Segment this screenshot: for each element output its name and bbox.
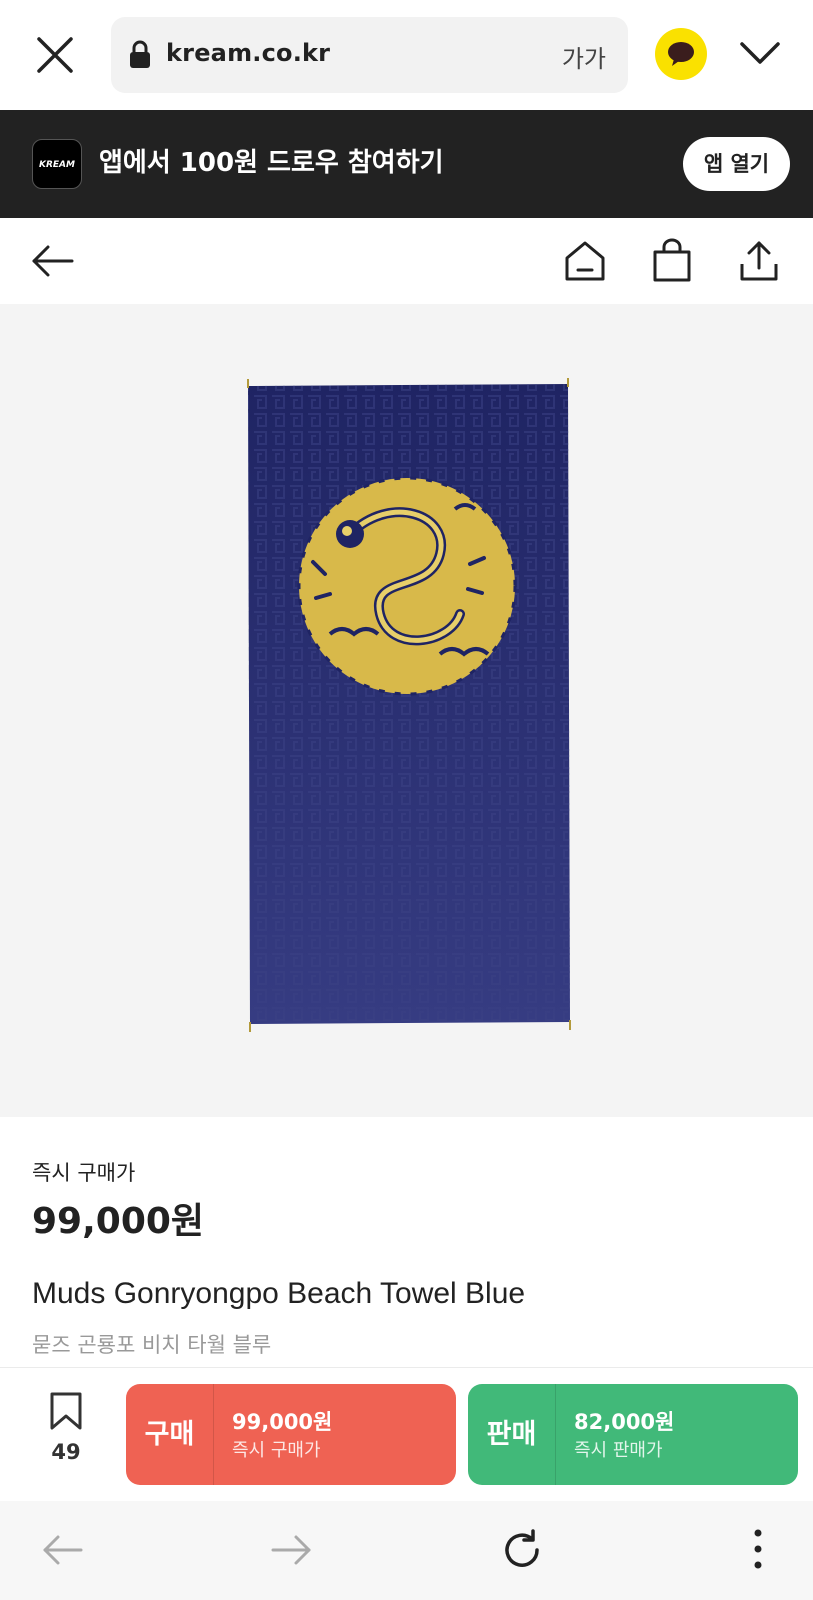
sell-button-subtitle: 즉시 판매가	[574, 1440, 663, 1461]
lock-icon	[127, 39, 153, 71]
product-name: Muds Gonryongpo Beach Towel Blue	[32, 1277, 526, 1310]
close-icon[interactable]	[30, 30, 80, 80]
towel-shape	[247, 378, 571, 1032]
browser-toolbar: kream.co.kr 가가	[0, 0, 813, 110]
product-name-korean: 묻즈 곤룡포 비치 타월 블루	[32, 1333, 272, 1357]
url-text: kream.co.kr	[166, 39, 331, 67]
browser-forward-icon[interactable]	[268, 1527, 314, 1573]
refresh-icon[interactable]	[499, 1527, 545, 1573]
instant-buy-price: 99,000원	[32, 1201, 205, 1242]
sell-button-price: 82,000원	[574, 1410, 675, 1434]
buy-button-price: 99,000원	[232, 1410, 333, 1434]
text-size-button[interactable]: 가가	[562, 39, 606, 74]
sell-button-title: 판매	[468, 1384, 556, 1485]
bookmark-icon	[50, 1392, 82, 1430]
address-bar[interactable]: kream.co.kr 가가	[111, 17, 628, 93]
kream-app-logo: KREAM	[32, 139, 82, 189]
browser-bottom-toolbar	[0, 1501, 813, 1600]
banner-text: 앱에서 100원 드로우 참여하기	[99, 148, 444, 178]
wishlist-count: 49	[51, 1440, 81, 1464]
wishlist-button[interactable]: 49	[36, 1388, 96, 1468]
purchase-action-bar: 49 구매 99,000원 즉시 구매가 판매 82,000원 즉시 판매가	[0, 1367, 813, 1501]
buy-button-subtitle: 즉시 구매가	[232, 1440, 321, 1461]
page-header	[0, 218, 813, 304]
dragon-emblem	[297, 476, 517, 696]
more-options-icon[interactable]	[735, 1527, 781, 1573]
product-image[interactable]	[0, 304, 813, 1117]
share-icon[interactable]	[734, 236, 784, 286]
buy-button-title: 구매	[126, 1384, 214, 1485]
kakao-talk-icon[interactable]	[655, 28, 707, 80]
instant-buy-price-label: 즉시 구매가	[32, 1161, 136, 1185]
app-download-banner[interactable]: KREAM 앱에서 100원 드로우 참여하기 앱 열기	[0, 110, 813, 218]
sell-button[interactable]: 판매 82,000원 즉시 판매가	[468, 1384, 798, 1485]
product-info: 즉시 구매가 99,000원 Muds Gonryongpo Beach Tow…	[0, 1117, 813, 1367]
shopping-bag-icon[interactable]	[647, 236, 697, 286]
home-icon[interactable]	[560, 236, 610, 286]
back-arrow-icon[interactable]	[28, 236, 78, 286]
chevron-down-icon[interactable]	[737, 30, 783, 76]
buy-button[interactable]: 구매 99,000원 즉시 구매가	[126, 1384, 456, 1485]
browser-back-icon[interactable]	[40, 1527, 86, 1573]
open-app-button[interactable]: 앱 열기	[683, 137, 790, 191]
